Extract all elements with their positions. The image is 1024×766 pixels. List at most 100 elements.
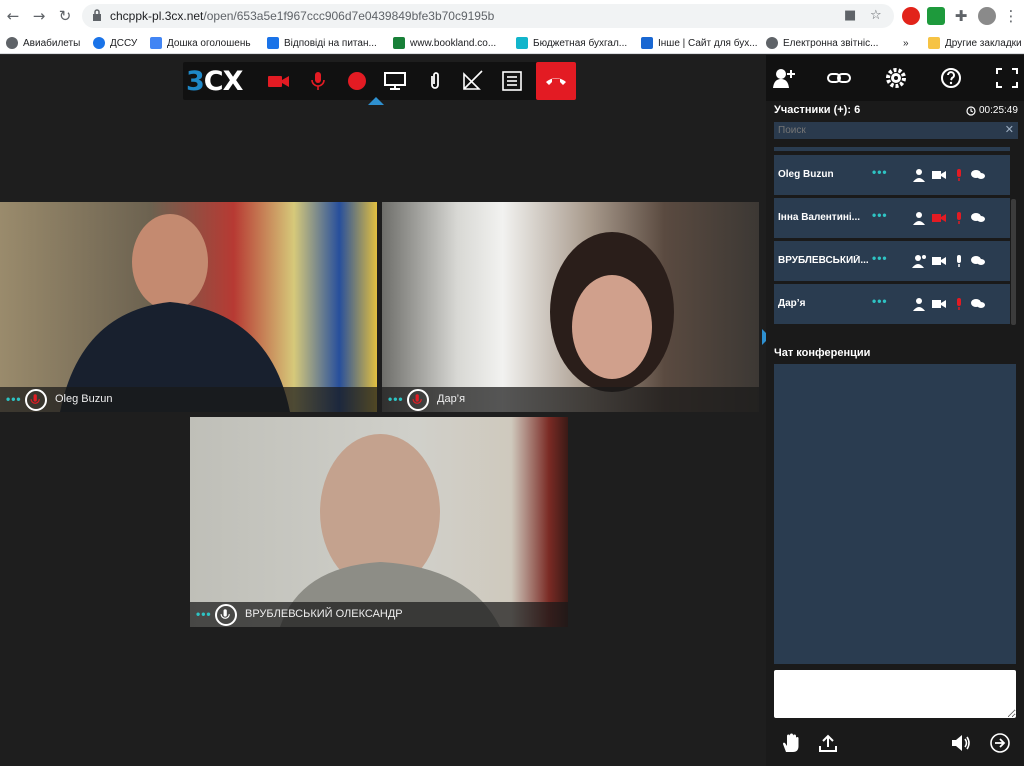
participant-menu-dots-icon[interactable]: •••: [872, 295, 888, 307]
chat-icon[interactable]: [971, 297, 985, 311]
user-icon[interactable]: [912, 211, 926, 225]
url-text: chcppk-pl.3cx.net/open/653a5e1f967ccc906…: [110, 9, 494, 23]
chat-icon[interactable]: [971, 168, 985, 182]
list-item[interactable]: Дар’я •••: [774, 284, 1010, 324]
microphone-icon[interactable]: [952, 254, 966, 268]
chat-input[interactable]: [774, 670, 1016, 718]
camera-off-icon[interactable]: [267, 70, 291, 92]
chat-icon[interactable]: [971, 254, 985, 268]
star-icon[interactable]: ☆: [870, 8, 882, 23]
video-tile[interactable]: ••• ВРУБЛЕВСЬКИЙ ОЛЕКСАНДР: [190, 417, 568, 627]
participant-menu-dots-icon[interactable]: •••: [872, 166, 888, 178]
list-item-partial: [774, 147, 1010, 151]
microphone-muted-icon[interactable]: [952, 211, 966, 225]
upload-icon[interactable]: [817, 732, 839, 754]
microphone-muted-icon[interactable]: [952, 297, 966, 311]
other-bookmarks[interactable]: Другие закладки: [928, 35, 1022, 51]
camera-indicator-icon[interactable]: ■: [844, 8, 856, 23]
bookmark-label: ДССУ: [110, 37, 138, 49]
camera-icon[interactable]: [932, 168, 946, 182]
bookmark-item[interactable]: Бюджетная бухгал...: [516, 35, 627, 51]
bookmark-item[interactable]: Інше | Сайт для бух...: [641, 35, 758, 51]
participants-count[interactable]: (+): 6: [834, 104, 861, 116]
tile-participant-name: ВРУБЛЕВСЬКИЙ ОЛЕКСАНДР: [245, 608, 403, 620]
more-bookmarks-button[interactable]: »: [903, 35, 909, 51]
microphone-muted-icon[interactable]: [952, 168, 966, 182]
dots-favicon-icon: [150, 37, 162, 49]
bookmark-item[interactable]: Дошка оголошень: [150, 35, 251, 51]
tile-caption-bar: ••• ВРУБЛЕВСЬКИЙ ОЛЕКСАНДР: [190, 602, 568, 627]
user-icon[interactable]: [912, 297, 926, 311]
bookmark-item[interactable]: Електронна звітніс...: [766, 35, 878, 51]
speaker-icon[interactable]: [950, 732, 972, 754]
logo-3: 3: [186, 66, 205, 97]
list-item[interactable]: ВРУБЛЕВСЬКИЙ... •••: [774, 241, 1010, 281]
participant-name: Oleg Buzun: [778, 169, 834, 180]
bookmark-item[interactable]: ДССУ: [93, 35, 137, 51]
list-item[interactable]: Oleg Buzun •••: [774, 155, 1010, 195]
tile-menu-dots-icon[interactable]: •••: [196, 608, 212, 620]
address-bar[interactable]: chcppk-pl.3cx.net/open/653a5e1f967ccc906…: [82, 4, 894, 28]
attachment-icon[interactable]: [423, 70, 447, 92]
participant-menu-dots-icon[interactable]: •••: [872, 252, 888, 264]
chat-messages: [774, 364, 1016, 664]
link-icon[interactable]: [827, 67, 851, 89]
raise-hand-icon[interactable]: [780, 732, 802, 754]
participant-search: ✕: [774, 122, 1018, 139]
tile-caption-bar: ••• Дар’я: [382, 387, 759, 412]
help-icon[interactable]: [939, 67, 963, 89]
user-icon[interactable]: [912, 168, 926, 182]
send-arrow-icon[interactable]: [989, 732, 1011, 754]
puzzle-extensions-icon[interactable]: ✚: [952, 7, 970, 25]
add-participant-icon[interactable]: [772, 67, 796, 89]
bookmark-item[interactable]: www.bookland.co...: [393, 35, 496, 51]
camera-icon[interactable]: [932, 254, 946, 268]
avatar[interactable]: [978, 7, 996, 25]
camera-off-icon[interactable]: [932, 211, 946, 225]
back-arrow-icon[interactable]: ←: [4, 7, 22, 25]
forward-arrow-icon[interactable]: →: [30, 7, 48, 25]
participant-menu-dots-icon[interactable]: •••: [872, 209, 888, 221]
participant-name: Інна Валентині...: [778, 212, 861, 223]
microphone-muted-icon[interactable]: [407, 389, 429, 411]
search-input[interactable]: [778, 124, 998, 137]
participant-video: [60, 214, 290, 412]
opera-extension-icon[interactable]: [902, 7, 920, 25]
user-admin-icon[interactable]: [912, 254, 926, 268]
participant-list-scrollbar[interactable]: [1011, 199, 1016, 325]
reload-icon[interactable]: ↻: [56, 7, 74, 25]
globe-icon: [6, 37, 18, 49]
poll-list-icon[interactable]: [500, 70, 524, 92]
close-icon[interactable]: ✕: [1005, 123, 1014, 136]
bookmark-item[interactable]: Авиабилеты: [6, 35, 80, 51]
list-item[interactable]: Інна Валентині... •••: [774, 198, 1010, 238]
green-extension-icon[interactable]: [927, 7, 945, 25]
video-tile[interactable]: ••• Oleg Buzun: [0, 202, 377, 412]
site-favicon-icon: [641, 37, 653, 49]
tile-menu-dots-icon[interactable]: •••: [388, 393, 404, 405]
video-tile[interactable]: ••• Дар’я: [382, 202, 759, 412]
microphone-muted-icon[interactable]: [25, 389, 47, 411]
fullscreen-icon[interactable]: [995, 67, 1019, 89]
call-toolbar: 3CX: [183, 62, 576, 100]
hangup-button[interactable]: [536, 62, 576, 100]
logo-cx: CX: [203, 66, 244, 97]
whiteboard-icon[interactable]: [461, 70, 485, 92]
camera-icon[interactable]: [932, 297, 946, 311]
bookmark-label: Бюджетная бухгал...: [533, 37, 628, 49]
record-icon[interactable]: [345, 70, 369, 92]
gear-icon[interactable]: [884, 67, 908, 89]
folder-icon: [928, 37, 940, 49]
bookmark-label: Авиабилеты: [23, 37, 81, 49]
microphone-muted-icon[interactable]: [306, 70, 330, 92]
other-bookmarks-label: Другие закладки: [945, 37, 1022, 49]
more-menu-icon[interactable]: ⋮: [1002, 7, 1020, 25]
screen-share-icon[interactable]: [383, 70, 407, 92]
bookmark-item[interactable]: Відповіді на питан...: [267, 35, 377, 51]
bookmark-label: Електронна звітніс...: [783, 37, 879, 49]
participant-name: ВРУБЛЕВСЬКИЙ...: [778, 255, 869, 266]
site-favicon-icon: [516, 37, 528, 49]
microphone-icon[interactable]: [215, 604, 237, 626]
tile-menu-dots-icon[interactable]: •••: [6, 393, 22, 405]
chat-icon[interactable]: [971, 211, 985, 225]
